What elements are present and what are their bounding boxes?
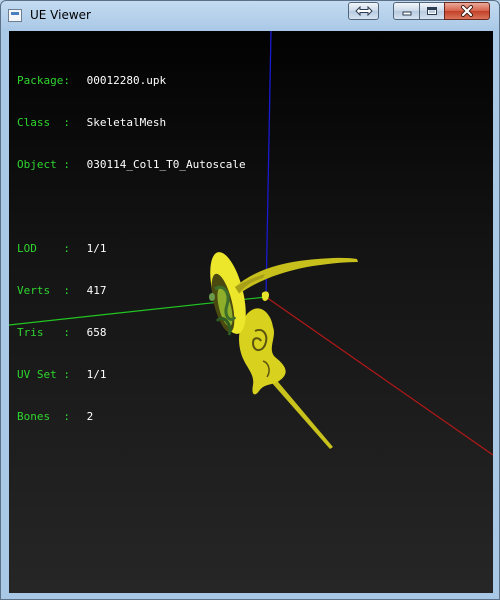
title-bar[interactable]: UE Viewer <box>1 1 499 31</box>
maximize-button[interactable] <box>419 2 445 20</box>
info-row-tris: Tris : 658 <box>17 326 246 340</box>
info-label: Tris : <box>17 326 70 339</box>
restore-swap-button[interactable] <box>348 2 379 20</box>
info-value: 417 <box>86 284 107 297</box>
window-title: UE Viewer <box>30 8 91 22</box>
mesh-info-overlay: Package: 00012280.upk Class : SkeletalMe… <box>17 46 246 452</box>
info-value: SkeletalMesh <box>86 116 167 129</box>
minimize-icon <box>402 11 411 16</box>
info-value: 00012280.upk <box>86 74 167 87</box>
info-row-class: Class : SkeletalMesh <box>17 116 246 130</box>
close-icon <box>461 5 473 17</box>
app-window: UE Viewer Package: 00012280.upk Class: … <box>0 0 500 600</box>
app-icon[interactable] <box>8 9 22 22</box>
x-axis-line <box>265 296 493 456</box>
info-label: LOD : <box>17 242 70 255</box>
info-value: 030114_Col1_T0_Autoscale <box>86 158 246 171</box>
info-row-package: Package: 00012280.upk <box>17 74 246 88</box>
info-label: Object : <box>17 158 70 171</box>
info-row-bones: Bones : 2 <box>17 410 246 424</box>
3d-viewport[interactable]: Package: 00012280.upk Class : SkeletalMe… <box>9 31 493 593</box>
restore-swap-icon <box>354 6 373 16</box>
info-label: UV Set : <box>17 368 70 381</box>
info-value: 1/1 <box>86 242 107 255</box>
close-button[interactable] <box>444 2 490 20</box>
maximize-icon <box>427 7 437 15</box>
info-label: Package: <box>17 74 70 87</box>
info-row-lod: LOD : 1/1 <box>17 242 246 256</box>
info-label: Class : <box>17 116 70 129</box>
info-row-verts: Verts : 417 <box>17 284 246 298</box>
info-label: Verts : <box>17 284 70 297</box>
info-value: 2 <box>86 410 94 423</box>
info-row-uvset: UV Set : 1/1 <box>17 368 246 382</box>
info-label: Bones : <box>17 410 70 423</box>
info-value: 1/1 <box>86 368 107 381</box>
z-axis-line <box>265 31 272 298</box>
minimize-button[interactable] <box>393 2 420 20</box>
info-value: 658 <box>86 326 107 339</box>
info-row-object: Object : 030114_Col1_T0_Autoscale <box>17 158 246 172</box>
